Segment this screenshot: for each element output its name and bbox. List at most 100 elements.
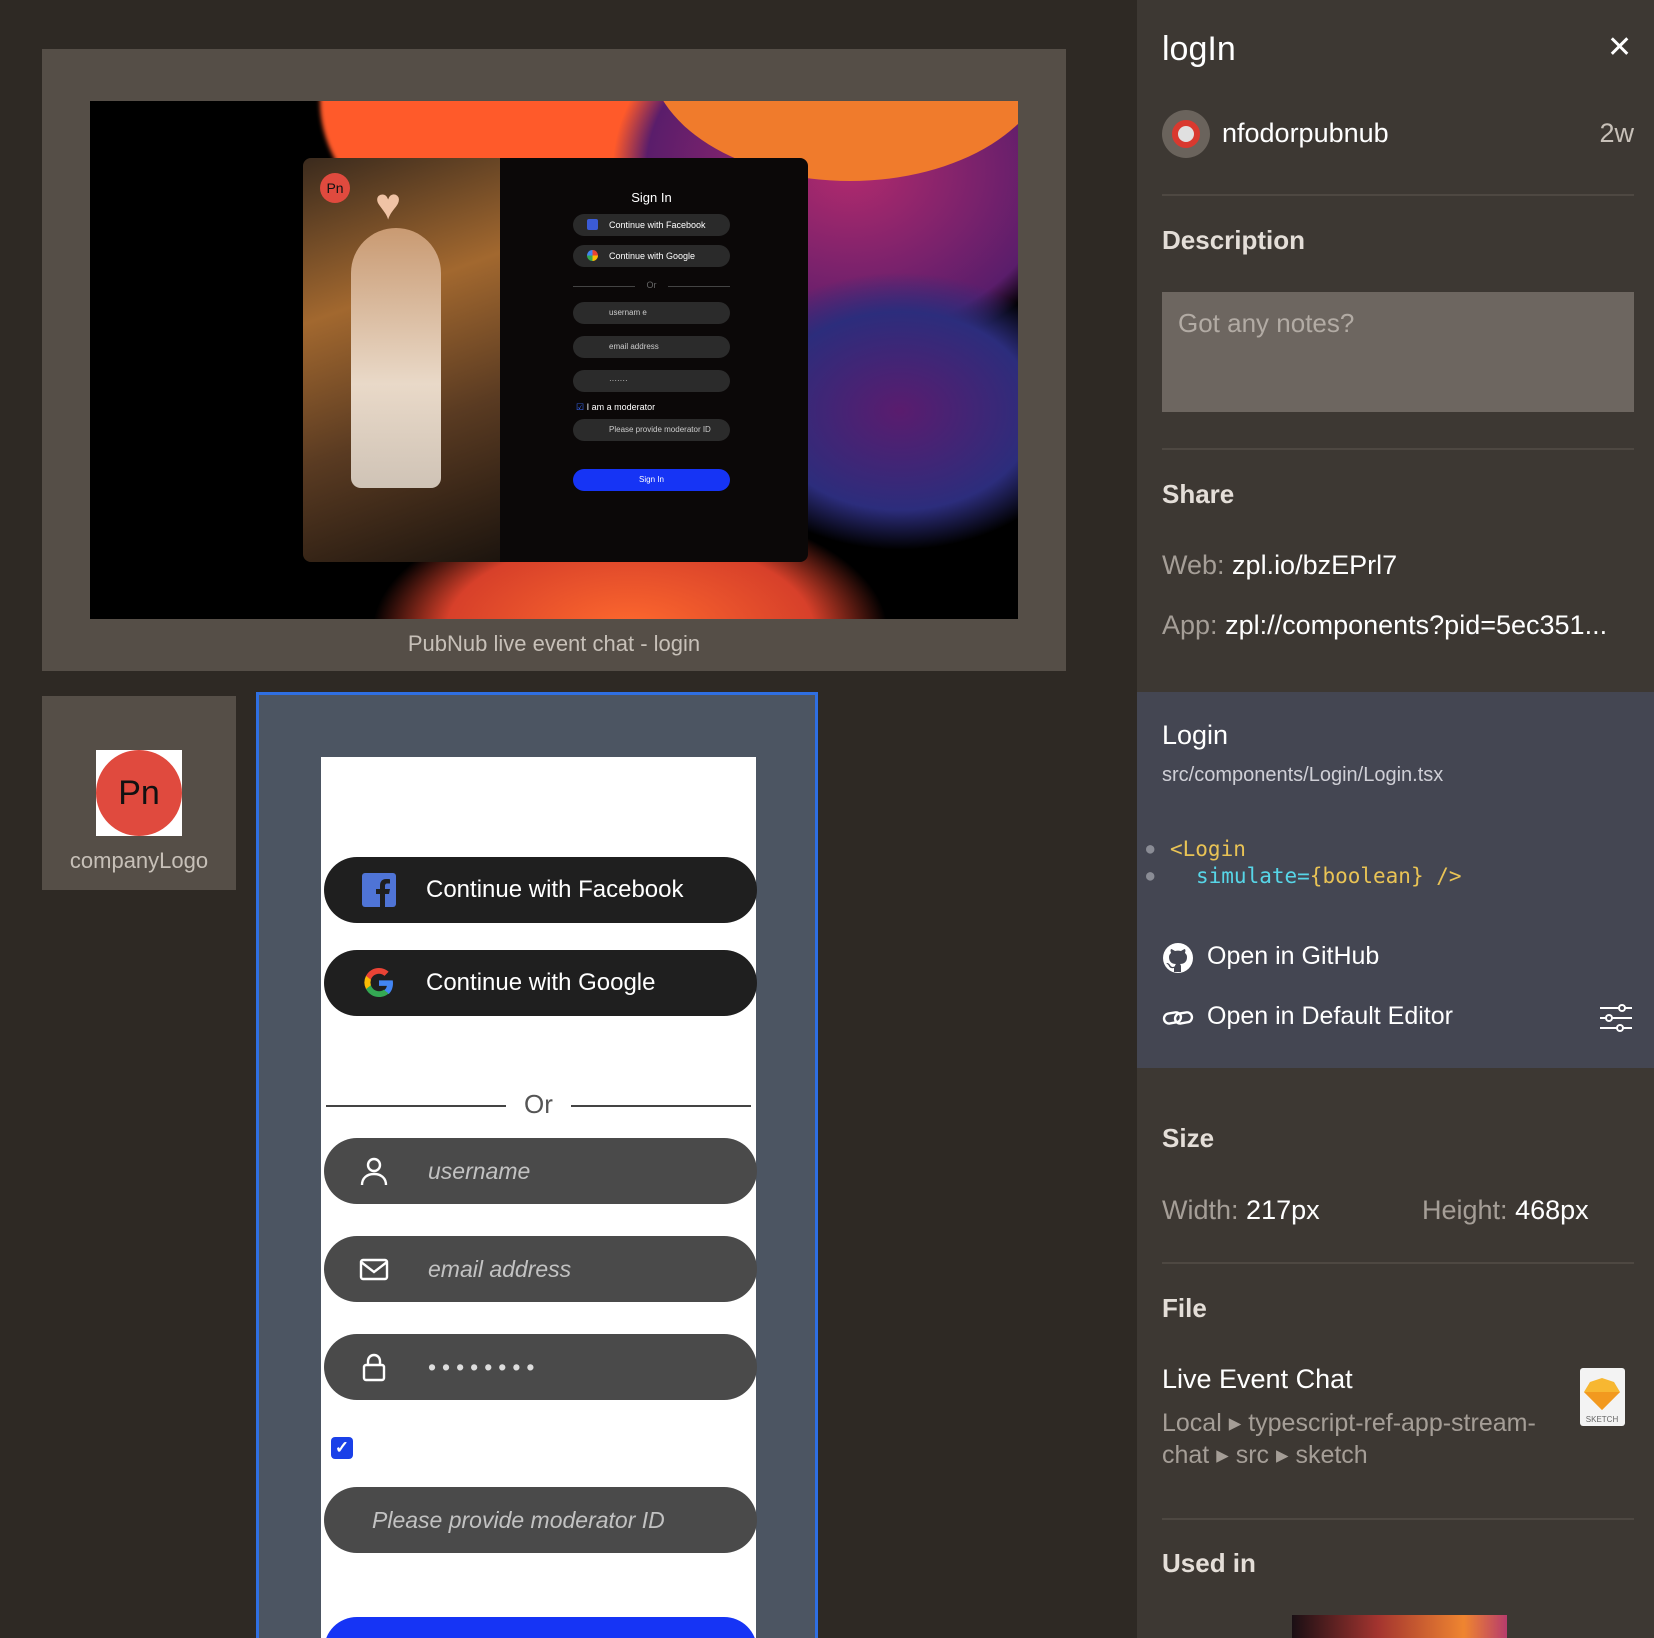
code-value: {boolean} />	[1309, 864, 1462, 888]
divider	[1162, 448, 1634, 450]
open-github-link[interactable]: Open in GitHub	[1162, 942, 1380, 973]
google-icon	[364, 967, 393, 998]
sketch-label: SKETCH	[1586, 1415, 1619, 1424]
facebook-label: Continue with Facebook	[609, 220, 706, 230]
company-logo-thumbnail: Pn	[96, 750, 182, 836]
screen-preview-card[interactable]: ♥ Pn Sign In Continue with Facebook Cont…	[42, 49, 1066, 671]
screen-caption: PubNub live event chat - login	[407, 631, 701, 656]
facebook-icon	[587, 219, 598, 230]
sign-in-button: Sign In	[573, 469, 730, 491]
login-component-preview: Continue with Facebook Continue with Goo…	[321, 757, 757, 1638]
component-name: Login	[1162, 720, 1229, 750]
username-input[interactable]: username	[324, 1138, 757, 1204]
inspector-panel: logIn ✕ nfodorpubnub 2w Description Got …	[1137, 0, 1654, 1638]
component-card-login-selected[interactable]: Continue with Facebook Continue with Goo…	[256, 692, 818, 1638]
link-icon	[1162, 1011, 1194, 1025]
component-path[interactable]: src/components/Login/Login.tsx	[1162, 764, 1443, 787]
description-heading: Description	[1162, 225, 1306, 255]
canvas: ♥ Pn Sign In Continue with Facebook Cont…	[0, 0, 1137, 1638]
code-snippet[interactable]: ● <Login ● simulate={boolean} />	[1146, 836, 1462, 890]
continue-facebook-button[interactable]: Continue with Facebook	[324, 857, 757, 923]
or-divider: Or	[573, 280, 730, 290]
checkbox-icon: ☑	[576, 402, 587, 412]
height-row: Height: 468px	[1422, 1195, 1589, 1226]
email-input: email address	[573, 336, 730, 358]
component-card-company-logo[interactable]: Pn companyLogo	[42, 696, 236, 890]
email-placeholder: email address	[428, 1256, 572, 1282]
facebook-button: Continue with Facebook	[573, 214, 730, 236]
open-editor-link[interactable]: Open in Default Editor	[1162, 1002, 1453, 1031]
continue-google-button[interactable]: Continue with Google	[324, 950, 757, 1016]
screen-title: logIn	[1162, 30, 1236, 68]
web-label: Web:	[1162, 550, 1225, 580]
height-label: Height:	[1422, 1195, 1508, 1225]
avatar	[1162, 110, 1210, 158]
used-in-heading: Used in	[1162, 1548, 1256, 1578]
facebook-icon	[362, 873, 396, 907]
mail-icon	[359, 1258, 389, 1281]
web-link[interactable]: zpl.io/bzEPrl7	[1232, 550, 1397, 580]
author-name[interactable]: nfodorpubnub	[1222, 118, 1389, 149]
target-icon	[1172, 120, 1200, 148]
code-tag: <Login	[1170, 837, 1246, 861]
component-section: Login src/components/Login/Login.tsx ● <L…	[1137, 692, 1654, 1068]
component-label: companyLogo	[69, 848, 209, 873]
google-button: Continue with Google	[573, 245, 730, 267]
used-in-screen-thumbnail[interactable]	[1292, 1615, 1507, 1638]
bullet: ●	[1146, 841, 1155, 857]
google-button-label: Continue with Google	[426, 969, 656, 996]
code-attr: simulate=	[1196, 864, 1310, 888]
app-label: App:	[1162, 610, 1218, 640]
timestamp: 2w	[1599, 118, 1634, 148]
divider	[1162, 1262, 1634, 1264]
username-input: usernam e	[573, 302, 730, 324]
username-placeholder: username	[428, 1158, 531, 1184]
person-figure	[351, 228, 441, 488]
open-editor-label: Open in Default Editor	[1207, 1002, 1453, 1030]
company-logo: Pn	[96, 750, 182, 836]
app-link[interactable]: zpl://components?pid=5ec351...	[1225, 610, 1607, 640]
login-card: ♥ Pn Sign In Continue with Facebook Cont…	[303, 158, 808, 562]
concert-photo: ♥ Pn	[303, 158, 500, 562]
github-icon	[1163, 943, 1193, 973]
moderator-id-input[interactable]: Please provide moderator ID	[324, 1487, 757, 1553]
app-link-row[interactable]: App: zpl://components?pid=5ec351...	[1162, 610, 1607, 641]
moderator-checkbox[interactable]: ✓	[331, 1437, 353, 1459]
screen-thumbnail: ♥ Pn Sign In Continue with Facebook Cont…	[90, 101, 1018, 619]
file-heading: File	[1162, 1293, 1207, 1323]
open-github-label: Open in GitHub	[1207, 942, 1380, 970]
share-heading: Share	[1162, 479, 1235, 509]
moderator-checkbox: ☑ I am a moderator	[573, 402, 730, 413]
facebook-button-label: Continue with Facebook	[426, 876, 684, 903]
moderator-label: I am a moderator	[586, 402, 656, 412]
divider	[1162, 1518, 1634, 1520]
moderator-id-input: Please provide moderator ID	[573, 419, 730, 441]
height-value: 468px	[1515, 1195, 1589, 1225]
sketch-icon[interactable]: SKETCH	[1580, 1368, 1625, 1426]
company-logo: Pn	[320, 173, 350, 203]
email-input[interactable]: email address	[324, 1236, 757, 1302]
preview-form: Sign In Continue with Facebook Continue …	[573, 158, 730, 491]
divider	[1162, 194, 1634, 196]
width-row: Width: 217px	[1162, 1195, 1320, 1226]
width-value: 217px	[1246, 1195, 1320, 1225]
sketch-diamond-icon: SKETCH	[1584, 1378, 1620, 1424]
size-heading: Size	[1162, 1123, 1215, 1153]
google-label: Continue with Google	[609, 251, 696, 261]
user-icon	[360, 1157, 388, 1186]
google-icon	[587, 250, 598, 261]
settings-sliders-icon[interactable]	[1599, 1002, 1633, 1034]
password-input[interactable]: ••••••••	[324, 1334, 757, 1400]
sign-in-button[interactable]	[324, 1617, 757, 1638]
bullet: ●	[1146, 868, 1155, 884]
file-name[interactable]: Live Event Chat	[1162, 1364, 1353, 1395]
or-divider: Or	[326, 1087, 751, 1121]
notes-input[interactable]: Got any notes?	[1162, 292, 1634, 412]
sign-in-title: Sign In	[631, 190, 672, 205]
heart-hands-icon: ♥	[375, 180, 402, 229]
password-value: ••••••••	[428, 1354, 541, 1380]
width-label: Width:	[1162, 1195, 1239, 1225]
web-link-row[interactable]: Web: zpl.io/bzEPrl7	[1162, 550, 1397, 581]
close-icon[interactable]: ✕	[1607, 30, 1632, 65]
file-path: Local ▸ typescript-ref-app-stream-chat ▸…	[1162, 1409, 1536, 1469]
